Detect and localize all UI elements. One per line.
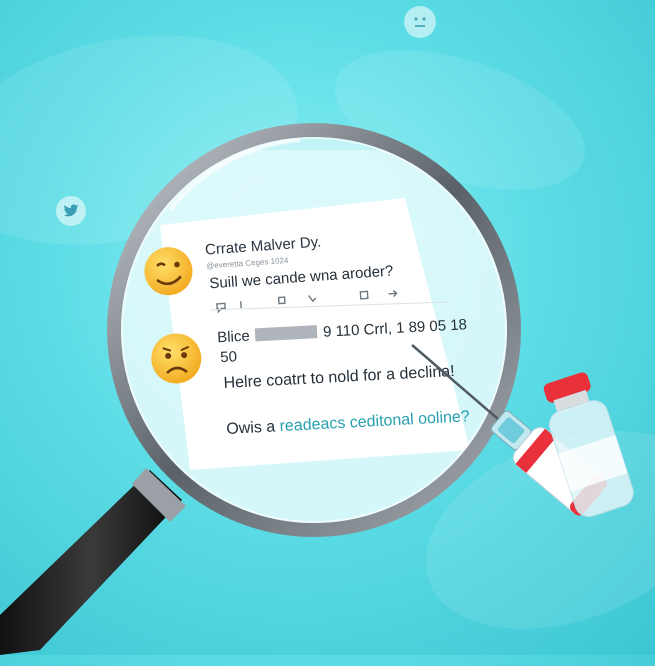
magnifier-handle: [0, 468, 186, 655]
illustration: Crrate Malver Dy. @everetta Ceges 1024 S…: [0, 0, 655, 655]
post-line-2: 50: [220, 348, 238, 366]
post-author-name: Blice: [217, 328, 250, 347]
question-prefix: Owis a: [226, 418, 280, 438]
